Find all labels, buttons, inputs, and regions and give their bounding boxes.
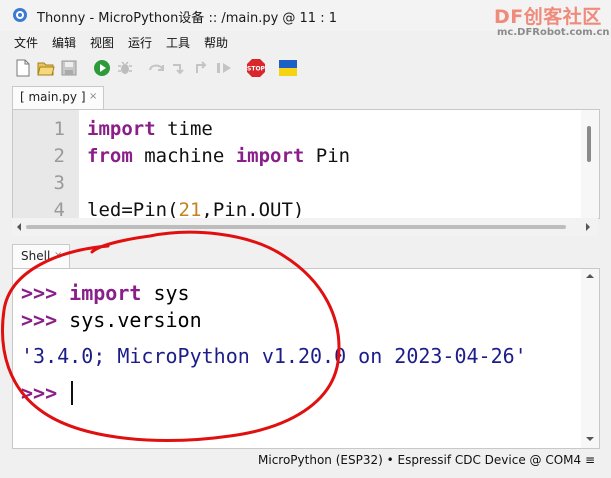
editor-horizontal-scrollbar[interactable] [12, 218, 598, 236]
scroll-right-icon[interactable] [584, 223, 592, 231]
new-file-icon[interactable] [14, 59, 32, 77]
code-line: import time [87, 118, 213, 140]
menu-file[interactable]: 文件 [14, 34, 38, 51]
scroll-down-icon[interactable] [586, 435, 594, 443]
watermark-logo: DF创客社区 [494, 6, 602, 28]
stop-icon-label: STOP [247, 66, 266, 73]
debug-icon[interactable] [116, 59, 134, 77]
tab-shell-label: Shell [21, 249, 51, 263]
menu-view[interactable]: 视图 [90, 34, 114, 51]
line-number: 3 [53, 172, 65, 194]
keyword-token: import [87, 118, 156, 140]
shell-output: '3.4.0; MicroPython v1.20.0 on 2023-04-2… [21, 344, 527, 368]
tab-main-py-label: [ main.py ] [20, 90, 86, 104]
menu-tools[interactable]: 工具 [166, 34, 190, 51]
code-token: ,Pin.OUT) [201, 199, 305, 219]
shell-input-text: sys [141, 281, 190, 305]
step-into-icon[interactable] [170, 59, 188, 77]
shell-console[interactable]: >>> import sys >>> sys.version '3.4.0; M… [12, 268, 600, 449]
code-token: led=Pin( [87, 199, 179, 219]
window-title: Thonny - MicroPython设备 :: /main.py @ 11 … [37, 11, 337, 26]
line-number: 4 [53, 199, 65, 219]
open-file-icon[interactable] [37, 59, 55, 77]
shell-prompt: >>> [21, 308, 58, 332]
tab-shell[interactable]: Shell × [12, 244, 70, 269]
status-bar: MicroPython (ESP32) • Espressif CDC Devi… [0, 448, 611, 478]
line-number-gutter: 1 2 3 4 [13, 110, 79, 218]
scroll-left-icon[interactable] [15, 223, 23, 231]
save-icon[interactable] [60, 59, 78, 77]
code-editor[interactable]: 1 2 3 4 import time from machine import … [12, 109, 600, 219]
code-line: from machine import Pin [87, 145, 350, 167]
menu-edit[interactable]: 编辑 [52, 34, 76, 51]
number-token: 21 [178, 199, 202, 219]
tab-main-py[interactable]: [ main.py ] × [12, 86, 104, 109]
resume-icon[interactable] [215, 59, 233, 77]
interpreter-status[interactable]: MicroPython (ESP32) • Espressif CDC Devi… [258, 453, 595, 467]
title-bar: Thonny - MicroPython设备 :: /main.py @ 11 … [0, 0, 611, 38]
shell-tab-bar: Shell × [12, 244, 600, 269]
keyword-token: from [87, 145, 133, 167]
shell-line: >>> sys.version [21, 308, 202, 332]
run-icon[interactable] [93, 59, 111, 77]
shell-input-text: sys.version [57, 308, 202, 332]
close-icon[interactable]: × [89, 91, 97, 102]
shell-prompt: >>> [21, 381, 58, 405]
close-icon[interactable]: × [54, 250, 62, 261]
text-cursor [71, 381, 73, 405]
step-over-icon[interactable] [148, 59, 166, 77]
scroll-up-icon[interactable] [586, 272, 594, 280]
flag-icon[interactable] [279, 60, 297, 76]
toolbar: STOP [0, 53, 611, 83]
menu-bar: 文件 编辑 视图 运行 工具 帮助 [0, 31, 611, 53]
scrollbar-thumb[interactable] [587, 126, 591, 162]
keyword-token: import [69, 281, 142, 305]
menu-run[interactable]: 运行 [128, 34, 152, 51]
line-number: 2 [53, 145, 65, 167]
keyword-token: import [235, 145, 305, 167]
shell-line: >>> [21, 381, 57, 405]
menu-help[interactable]: 帮助 [204, 34, 228, 51]
editor-vertical-scrollbar[interactable] [581, 110, 599, 218]
code-token: machine [132, 145, 236, 167]
shell-prompt: >>> [21, 281, 58, 305]
stop-icon[interactable]: STOP [246, 58, 266, 78]
editor-tab-bar: [ main.py ] × [12, 86, 600, 109]
shell-vertical-scrollbar[interactable] [581, 269, 599, 448]
shell-line: >>> import sys [21, 281, 190, 305]
thonny-app-icon [13, 8, 27, 22]
code-line: led=Pin(21,Pin.OUT) [87, 199, 305, 219]
step-out-icon[interactable] [193, 59, 211, 77]
line-number: 1 [53, 118, 65, 140]
scrollbar-thumb[interactable] [26, 225, 566, 229]
code-token: time [155, 118, 213, 140]
code-token: Pin [304, 145, 351, 167]
